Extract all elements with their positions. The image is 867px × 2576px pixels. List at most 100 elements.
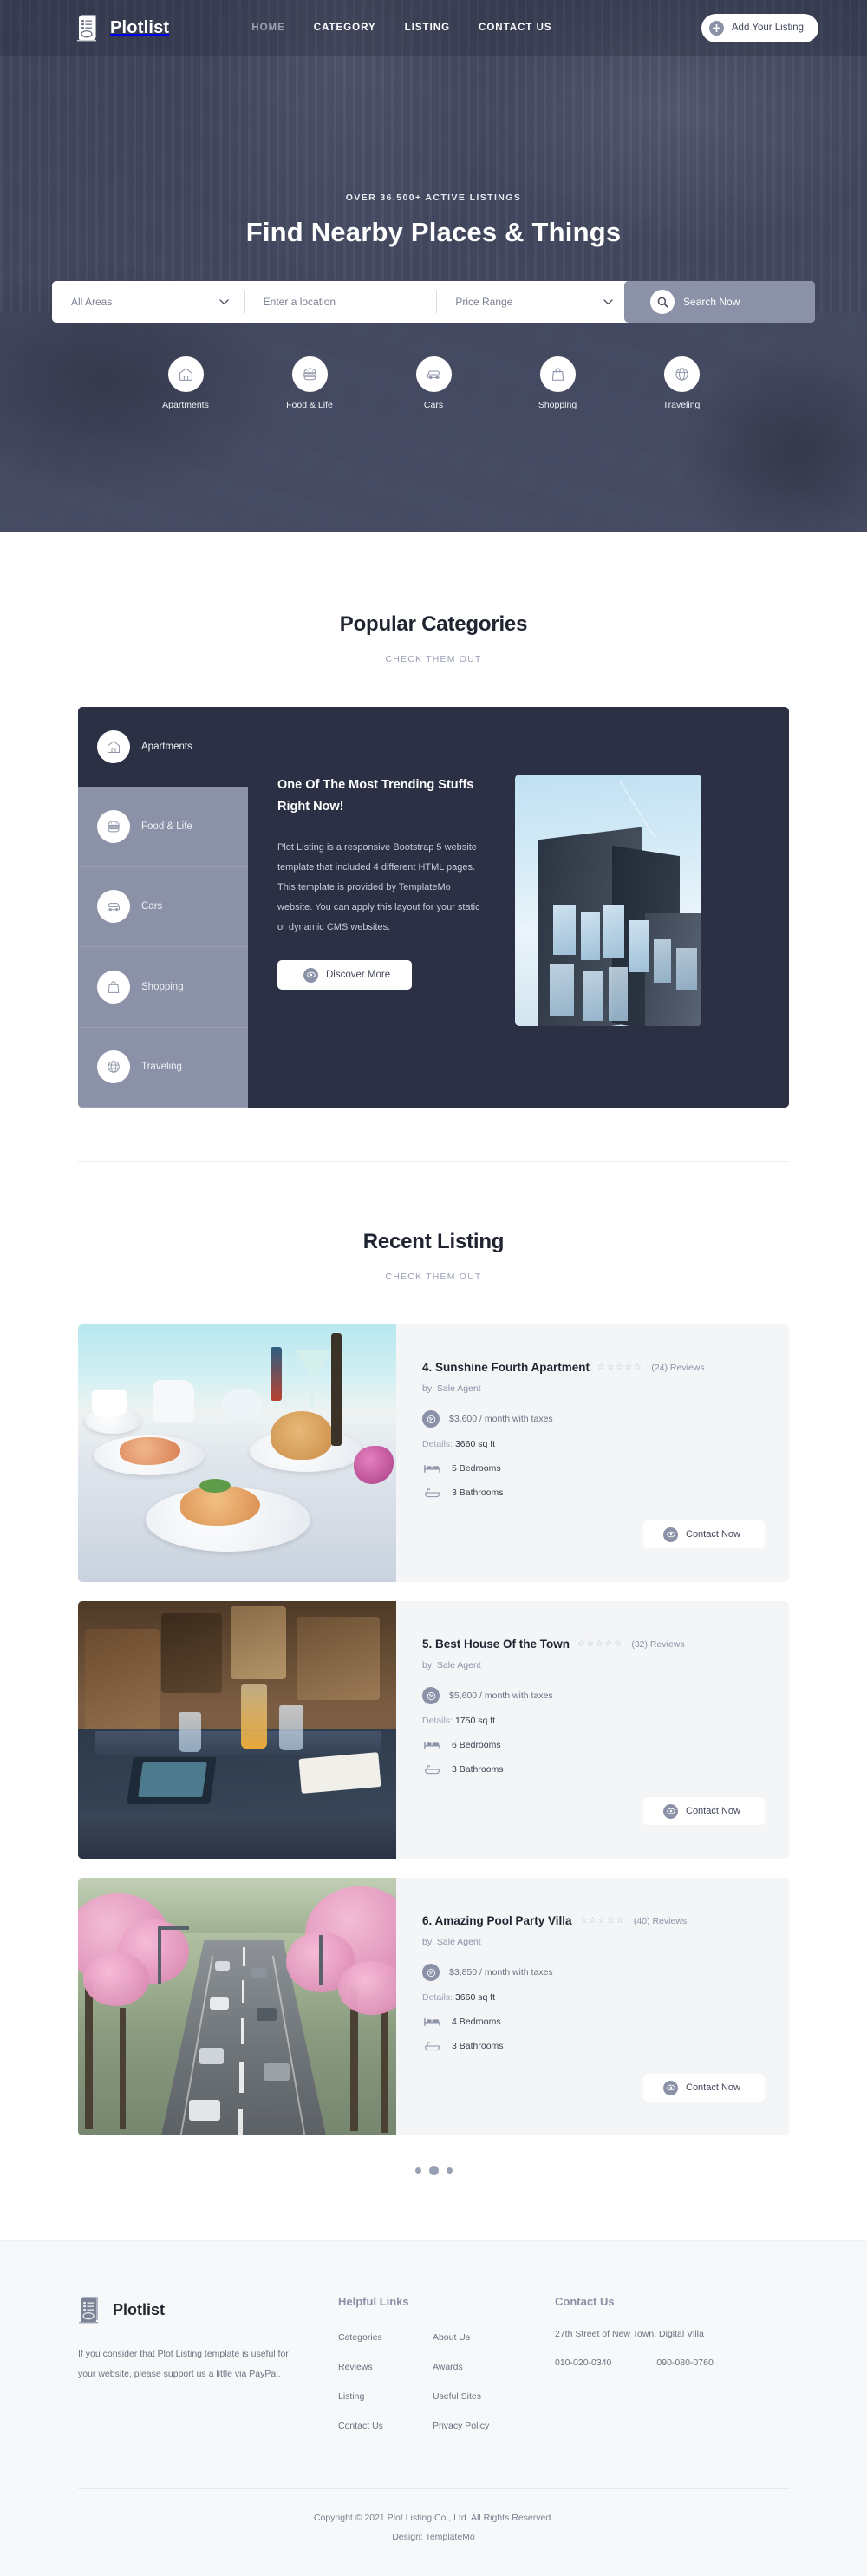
burger-icon <box>291 356 328 392</box>
document-list-icon <box>76 13 102 42</box>
bed-icon <box>422 1740 441 1750</box>
listing-bedrooms: 5 Bedrooms <box>452 1463 501 1474</box>
hero-eyebrow: OVER 36,500+ ACTIVE LISTINGS <box>345 193 522 203</box>
hero-category-cars[interactable]: Cars <box>399 356 468 410</box>
contact-now-button[interactable]: Contact Now <box>643 2074 765 2102</box>
category-tab-apartments[interactable]: Apartments <box>78 707 248 787</box>
location-input[interactable]: Enter a location <box>264 296 336 308</box>
footer-link-contact-us[interactable]: Contact Us <box>338 2421 383 2431</box>
footer-design-prefix: Design: <box>392 2532 426 2543</box>
contact-now-button[interactable]: Contact Now <box>643 1520 765 1548</box>
eye-icon <box>663 1803 678 1819</box>
footer-design-link[interactable]: TemplateMo <box>426 2532 475 2542</box>
listing-bedrooms: 4 Bedrooms <box>452 2017 501 2027</box>
hero-category-shopping[interactable]: Shopping <box>523 356 592 410</box>
pagination-dot[interactable] <box>414 2167 421 2174</box>
section-subtitle: CHECK THEM OUT <box>385 654 482 664</box>
review-count: (32) Reviews <box>631 1638 685 1650</box>
listing-bathrooms: 3 Bathrooms <box>452 1487 504 1498</box>
contact-now-label: Contact Now <box>686 2082 740 2093</box>
listing-card[interactable]: 4. Sunshine Fourth Apartment ☆☆☆☆☆ (24) … <box>78 1324 789 1582</box>
money-icon <box>422 1687 440 1704</box>
listing-title: 6. Amazing Pool Party Villa <box>422 1914 572 1927</box>
rating-stars: ☆☆☆☆☆ <box>579 1916 625 1925</box>
listing-title: 5. Best House Of the Town <box>422 1638 570 1651</box>
listing-price: $5,600 / month with taxes <box>449 1690 553 1701</box>
listing-photo-restaurant <box>78 1601 396 1859</box>
panel-body: Plot Listing is a responsive Bootstrap 5… <box>277 841 480 933</box>
listing-agent: by: Sale Agent <box>422 1937 481 1947</box>
footer-link-listing[interactable]: Listing <box>338 2391 364 2402</box>
category-tab-shopping[interactable]: Shopping <box>78 947 248 1028</box>
listing-photo-road <box>78 1878 396 2135</box>
section-title: Recent Listing <box>362 1230 505 1253</box>
hero-category-traveling[interactable]: Traveling <box>647 356 716 410</box>
listing-price-row: $3,600 / month with taxes <box>422 1410 789 1428</box>
footer-about-text: If you consider that Plot Listing templa… <box>78 2349 289 2380</box>
nav-item-contact-us[interactable]: CONTACT US <box>479 23 552 33</box>
category-tab-cars[interactable]: Cars <box>78 866 248 948</box>
footer-links-col-2: About Us Awards Useful Sites Privacy Pol… <box>433 2329 489 2447</box>
add-your-listing-label: Add Your Listing <box>731 23 804 33</box>
nav-item-listing[interactable]: LISTING <box>405 23 450 33</box>
bathtub-icon <box>422 1487 441 1498</box>
discover-more-button[interactable]: Discover More <box>277 960 412 991</box>
pagination-dot[interactable] <box>446 2167 453 2174</box>
listing-bedrooms-row: 4 Bedrooms <box>422 2017 789 2027</box>
page-root: Plotlist HOME CATEGORY LISTING CONTACT U… <box>0 0 867 2576</box>
footer-link-useful-sites[interactable]: Useful Sites <box>433 2391 481 2402</box>
contact-now-label: Contact Now <box>686 1806 740 1816</box>
category-tab-traveling[interactable]: Traveling <box>78 1027 248 1108</box>
section-title: Popular Categories <box>339 612 528 636</box>
contact-now-button[interactable]: Contact Now <box>643 1797 765 1825</box>
price-range-select[interactable]: Price Range <box>436 281 629 323</box>
footer-copyright: Copyright © 2021 Plot Listing Co., Ltd. … <box>313 2513 554 2523</box>
category-tab-food-life[interactable]: Food & Life <box>78 787 248 867</box>
home-icon <box>167 356 204 392</box>
apartment-building-photo <box>515 775 701 1026</box>
footer-phone-1[interactable]: 010-020-0340 <box>555 2357 611 2368</box>
recent-listing-heading: Recent Listing CHECK THEM OUT <box>0 1230 867 1282</box>
brand-logo-link[interactable]: Plotlist <box>76 13 169 42</box>
panel-heading: One Of The Most Trending Stuffs Right No… <box>277 778 474 814</box>
listing-bedrooms-row: 6 Bedrooms <box>422 1740 789 1750</box>
listing-card[interactable]: 5. Best House Of the Town ☆☆☆☆☆ (32) Rev… <box>78 1601 789 1859</box>
listing-card[interactable]: 6. Amazing Pool Party Villa ☆☆☆☆☆ (40) R… <box>78 1878 789 2135</box>
category-tab-label: Food & Life <box>141 821 192 833</box>
listing-title: 4. Sunshine Fourth Apartment <box>422 1361 590 1374</box>
search-now-button[interactable]: Search Now <box>624 281 815 323</box>
footer-link-awards[interactable]: Awards <box>433 2362 463 2372</box>
footer-contact-column: Contact Us 27th Street of New Town, Digi… <box>555 2295 789 2447</box>
footer-brand-column: Plotlist If you consider that Plot Listi… <box>78 2295 338 2447</box>
category-tab-label: Cars <box>141 901 163 912</box>
category-tab-list: Apartments Food & Life Cars Shopping Tra… <box>78 707 248 1108</box>
hero-title: Find Nearby Places & Things <box>245 217 622 247</box>
footer-brand[interactable]: Plotlist <box>78 2295 338 2324</box>
area-select[interactable]: All Areas <box>52 281 244 323</box>
footer-link-reviews[interactable]: Reviews <box>338 2362 373 2372</box>
listing-details-value: 3660 sq ft <box>454 1992 496 2003</box>
hero-category-apartments[interactable]: Apartments <box>151 356 220 410</box>
nav-item-home[interactable]: HOME <box>251 23 285 33</box>
shopping-bag-icon <box>97 970 130 1004</box>
home-icon <box>97 730 130 764</box>
hero-category-label: Shopping <box>538 400 577 410</box>
brand-name: Plotlist <box>110 17 170 37</box>
listing-agent: by: Sale Agent <box>422 1383 481 1394</box>
bathtub-icon <box>422 2041 441 2051</box>
footer-link-categories[interactable]: Categories <box>338 2332 382 2343</box>
listing-details-value: 3660 sq ft <box>454 1439 496 1449</box>
bathtub-icon <box>422 1764 441 1775</box>
hero-category-shortcuts: Apartments Food & Life Cars Shopping Tra… <box>0 356 867 410</box>
location-input-wrapper[interactable]: Enter a location <box>244 281 437 323</box>
listing-details: Details: 3660 sq ft <box>422 1439 789 1449</box>
footer-phone-2[interactable]: 090-080-0760 <box>656 2357 713 2368</box>
footer-link-privacy-policy[interactable]: Privacy Policy <box>433 2421 489 2431</box>
nav-item-category[interactable]: CATEGORY <box>314 23 376 33</box>
add-your-listing-button[interactable]: Add Your Listing <box>701 13 818 42</box>
footer-links-col-1: Categories Reviews Listing Contact Us <box>338 2329 383 2447</box>
listing-bathrooms-row: 3 Bathrooms <box>422 2041 789 2051</box>
pagination-dot-active[interactable] <box>428 2166 439 2175</box>
hero-category-food-life[interactable]: Food & Life <box>275 356 344 410</box>
footer-link-about-us[interactable]: About Us <box>433 2332 470 2343</box>
